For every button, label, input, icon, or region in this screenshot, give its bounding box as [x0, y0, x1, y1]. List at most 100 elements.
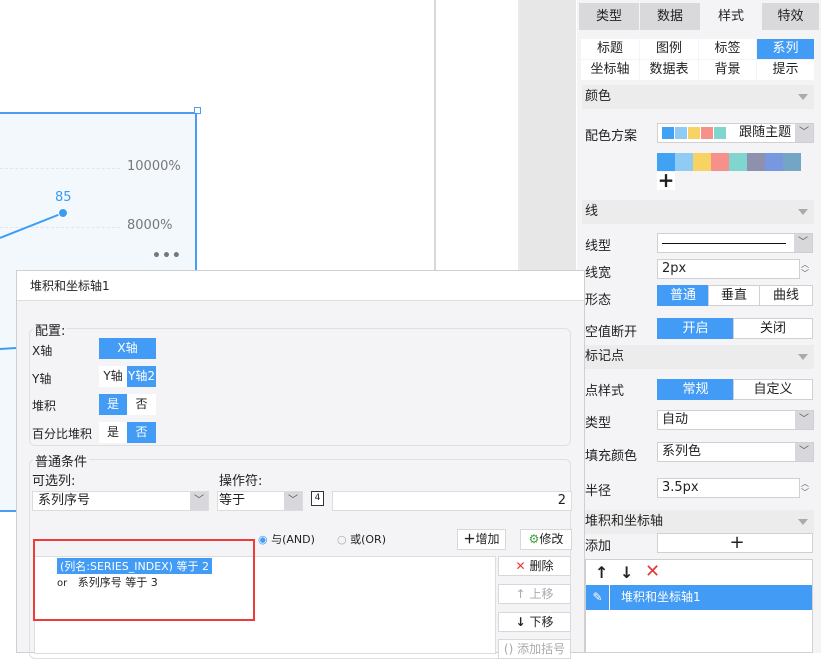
- marker-style-normal[interactable]: 常规: [657, 379, 734, 400]
- y-axis2-option[interactable]: Y轴2: [127, 366, 156, 387]
- color-swatch[interactable]: [711, 153, 729, 171]
- subtab-tooltip[interactable]: 提示: [757, 60, 814, 80]
- stack-list: ↑ ↓ ✕ ✎ 堆积和坐标轴1: [585, 559, 813, 653]
- value-type-button[interactable]: 4: [311, 491, 324, 506]
- color-swatch[interactable]: [693, 153, 711, 171]
- percent-stack-no[interactable]: 否: [127, 422, 156, 443]
- column-value: 系列序号: [38, 493, 91, 508]
- operator-label: 操作符:: [219, 474, 263, 489]
- chevron-down-icon[interactable]: ﹀: [795, 411, 813, 429]
- operator-select[interactable]: 等于 ﹀: [217, 491, 303, 511]
- tab-type[interactable]: 类型: [579, 3, 639, 30]
- section-title: 线: [585, 204, 599, 219]
- move-up-icon[interactable]: ↑: [595, 563, 608, 582]
- dialog-title: 堆积和坐标轴1: [17, 271, 584, 301]
- section-color[interactable]: 颜色: [582, 85, 814, 109]
- arrow-up-icon: ↑: [515, 587, 526, 601]
- color-swatch: [688, 126, 700, 139]
- line-width-label: 线宽: [585, 266, 612, 281]
- marker-type-select[interactable]: 自动 ﹀: [657, 410, 814, 430]
- add-color-icon[interactable]: +: [657, 170, 675, 190]
- or-radio[interactable]: ○ 或(OR): [337, 531, 386, 547]
- edit-pencil-icon[interactable]: ✎: [586, 585, 610, 610]
- move-down-button[interactable]: ↓ 下移: [498, 612, 571, 632]
- move-up-button[interactable]: ↑ 上移: [498, 584, 571, 604]
- spinner-icon[interactable]: ︿ ﹀: [799, 479, 811, 499]
- chevron-down-icon[interactable]: ﹀: [190, 492, 208, 510]
- chevron-down-icon[interactable]: ﹀: [284, 492, 302, 510]
- shape-normal[interactable]: 普通: [657, 285, 709, 306]
- color-swatch[interactable]: [783, 153, 801, 171]
- section-stack-axis[interactable]: 堆积和坐标轴: [582, 510, 814, 534]
- stack-no[interactable]: 否: [127, 394, 156, 415]
- null-break-off[interactable]: 关闭: [733, 318, 813, 339]
- y-axis-label: Y轴: [32, 372, 52, 386]
- line-width-input[interactable]: 2px ︿ ﹀: [657, 259, 809, 279]
- subtab-legend[interactable]: 图例: [640, 39, 698, 59]
- condition-value-input[interactable]: 2: [332, 491, 572, 511]
- percent-stack-label: 百分比堆积: [32, 427, 93, 441]
- color-swatch[interactable]: [675, 153, 693, 171]
- chevron-down-icon[interactable]: ﹀: [795, 124, 813, 142]
- delete-icon[interactable]: ✕: [645, 561, 660, 582]
- bracket-icon: (): [503, 642, 514, 656]
- column-label: 可选列:: [32, 474, 76, 489]
- radio-selected-icon: ◉: [258, 533, 268, 546]
- subtab-title[interactable]: 标题: [581, 39, 639, 59]
- add-bracket-button[interactable]: () 添加括号: [498, 639, 571, 659]
- shape-curve[interactable]: 曲线: [759, 285, 813, 306]
- y-axis-option[interactable]: Y轴: [99, 366, 127, 387]
- radius-input[interactable]: 3.5px ︿ ﹀: [657, 478, 809, 498]
- radio-icon: ○: [337, 533, 347, 546]
- line-shape-label: 形态: [585, 293, 612, 308]
- color-swatch: [675, 126, 687, 139]
- stack-label: 堆积: [32, 399, 57, 413]
- section-title: 堆积和坐标轴: [585, 514, 664, 529]
- chevron-down-icon[interactable]: ﹀: [795, 443, 813, 461]
- marker-style-custom[interactable]: 自定义: [733, 379, 813, 400]
- move-down-icon[interactable]: ↓: [620, 563, 633, 582]
- color-swatch[interactable]: [747, 153, 765, 171]
- color-swatch[interactable]: [765, 153, 783, 171]
- line-type-select[interactable]: ﹀: [657, 233, 813, 253]
- subtab-background[interactable]: 背景: [699, 60, 756, 80]
- section-marker[interactable]: 标记点: [582, 345, 814, 369]
- radius-label: 半径: [585, 484, 612, 499]
- null-break-on[interactable]: 开启: [657, 318, 734, 339]
- column-select[interactable]: 系列序号 ﹀: [32, 491, 209, 511]
- color-scheme-select[interactable]: 跟随主题 ﹀: [657, 123, 814, 143]
- data-point: [58, 208, 68, 218]
- modify-condition-button[interactable]: ⚙修改: [520, 529, 572, 550]
- x-axis-option[interactable]: X轴: [99, 338, 156, 359]
- subtab-label[interactable]: 标签: [699, 39, 756, 59]
- tab-effects[interactable]: 特效: [762, 3, 819, 30]
- resize-handle[interactable]: [194, 107, 201, 114]
- stack-list-item[interactable]: ✎ 堆积和坐标轴1: [586, 585, 812, 610]
- button-label: 增加: [475, 532, 500, 546]
- percent-stack-yes[interactable]: 是: [99, 422, 127, 443]
- spinner-icon[interactable]: ︿ ﹀: [799, 260, 811, 280]
- color-swatch[interactable]: [729, 153, 747, 171]
- subtab-datatable[interactable]: 数据表: [640, 60, 698, 80]
- tab-data[interactable]: 数据: [640, 3, 700, 30]
- stack-yes[interactable]: 是: [99, 394, 127, 415]
- gear-edit-icon: ⚙: [528, 532, 540, 546]
- operator-value: 等于: [219, 493, 246, 508]
- marker-type-value: 自动: [662, 412, 689, 427]
- data-label: 85: [55, 190, 72, 205]
- tab-style[interactable]: 样式: [701, 3, 761, 30]
- and-radio[interactable]: ◉ 与(AND): [258, 531, 315, 547]
- section-line[interactable]: 线: [582, 200, 814, 224]
- add-condition-button[interactable]: ＋增加: [457, 529, 506, 550]
- fill-color-select[interactable]: 系列色 ﹀: [657, 442, 814, 462]
- style-panel: 类型 数据 样式 特效 标题 图例 标签 系列 坐标轴 数据表 背景 提示 颜色…: [577, 0, 821, 653]
- delete-condition-button[interactable]: ✕ 删除: [498, 556, 571, 576]
- shape-vertical[interactable]: 垂直: [708, 285, 760, 306]
- chevron-down-icon[interactable]: ﹀: [794, 234, 812, 252]
- line-type-label: 线型: [585, 239, 612, 254]
- color-scheme-label: 配色方案: [585, 129, 638, 144]
- subtab-axis[interactable]: 坐标轴: [581, 60, 639, 80]
- subtab-series[interactable]: 系列: [757, 39, 814, 59]
- and-label: 与(AND): [271, 533, 315, 546]
- add-stack-button[interactable]: +: [657, 533, 813, 553]
